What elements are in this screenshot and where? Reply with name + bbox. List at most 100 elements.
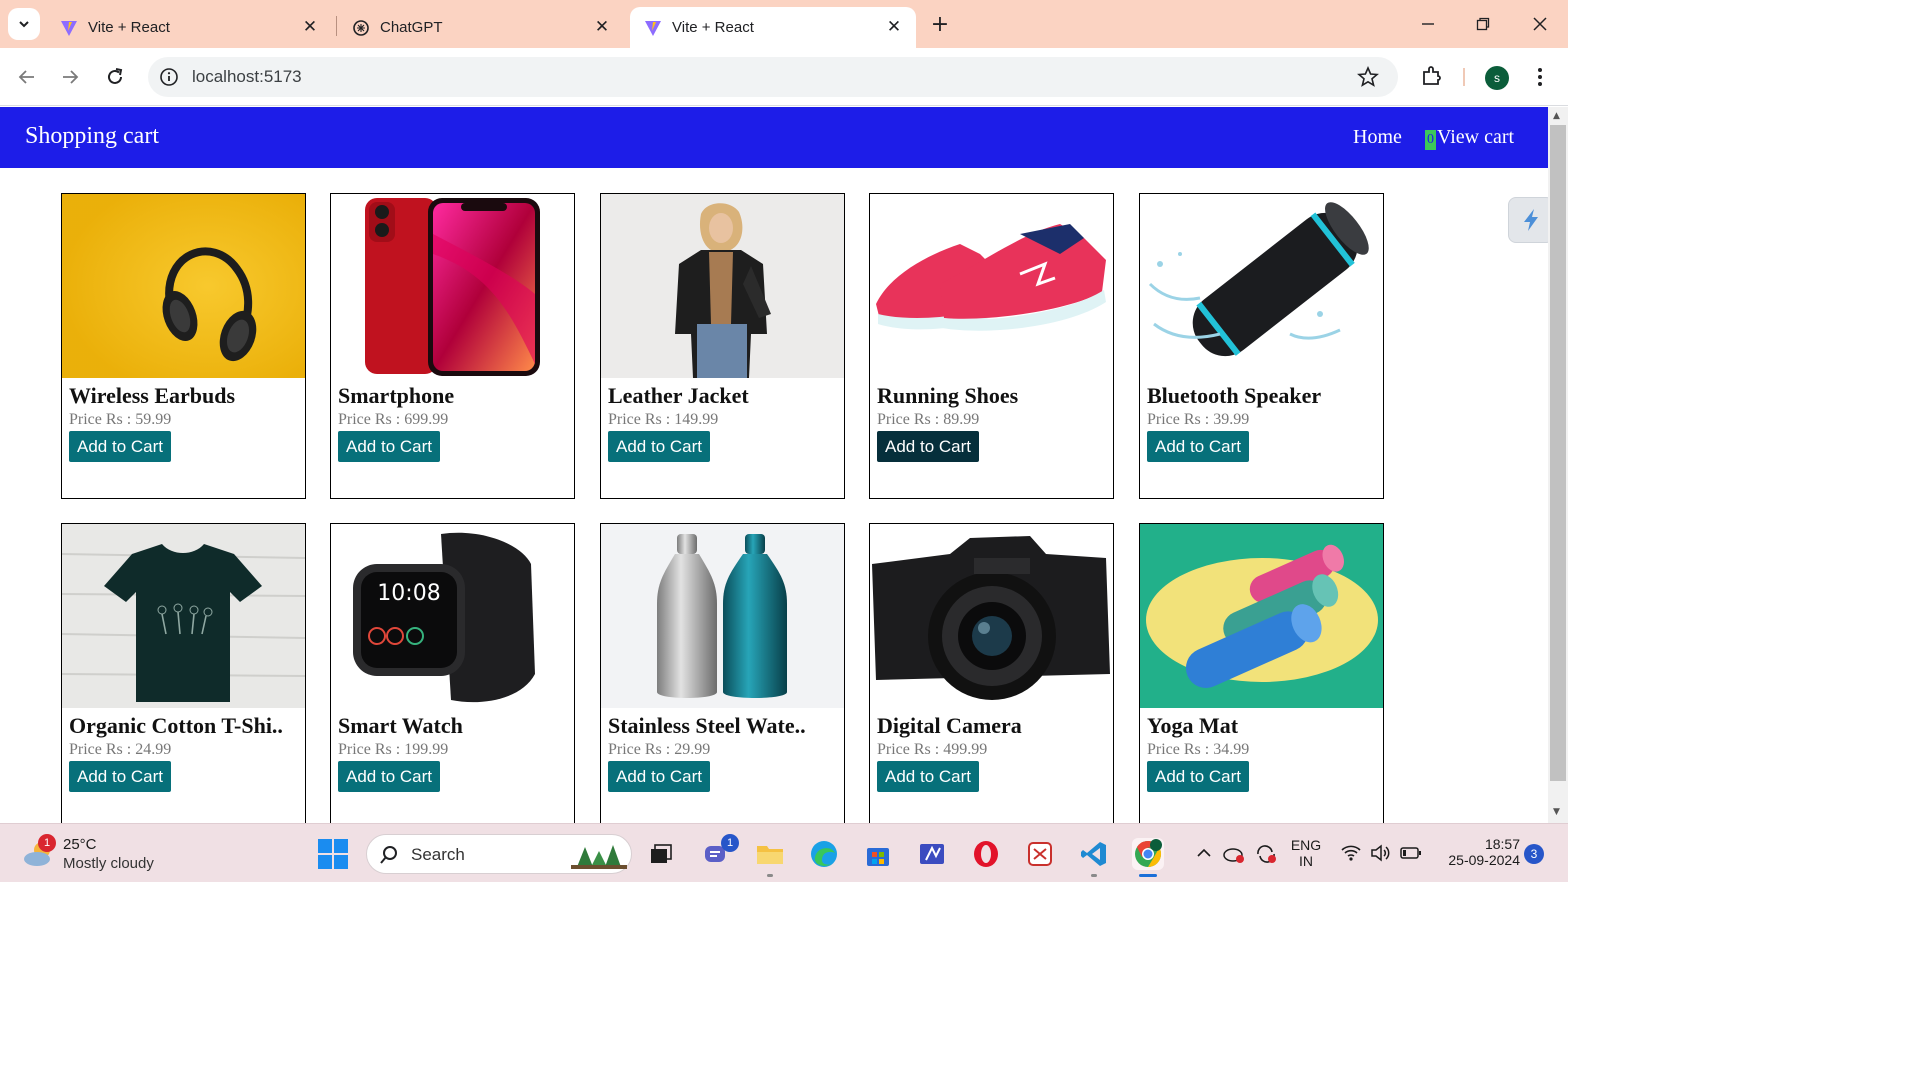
- add-to-cart-button[interactable]: Add to Cart: [877, 761, 979, 792]
- language-indicator[interactable]: ENG IN: [1288, 837, 1324, 869]
- product-name: Smart Watch: [338, 713, 463, 738]
- site-info-icon[interactable]: [158, 66, 180, 88]
- arrow-left-icon: [18, 70, 34, 84]
- vpn-app-icon[interactable]: [916, 838, 948, 870]
- url-text[interactable]: localhost:5173: [192, 67, 302, 87]
- sync-status-icon[interactable]: [1254, 844, 1278, 864]
- add-to-cart-button[interactable]: Add to Cart: [1147, 761, 1249, 792]
- tab-vite-react-active[interactable]: Vite + React ✕: [630, 7, 916, 48]
- scroll-thumb[interactable]: [1550, 125, 1566, 781]
- tab-vite-react-1[interactable]: Vite + React ✕: [46, 7, 332, 48]
- close-icon[interactable]: ✕: [884, 17, 904, 37]
- search-highlight-illustration: [571, 845, 627, 869]
- reload-button[interactable]: [102, 64, 128, 90]
- region-code: IN: [1299, 853, 1313, 869]
- product-image-running-shoes: [870, 194, 1113, 378]
- dev-tool-icon[interactable]: [1024, 838, 1056, 870]
- tab-chatgpt[interactable]: ChatGPT ✕: [338, 7, 624, 48]
- close-icon[interactable]: ✕: [300, 17, 320, 37]
- add-to-cart-button[interactable]: Add to Cart: [338, 761, 440, 792]
- opera-browser-icon[interactable]: [970, 838, 1002, 870]
- restore-icon[interactable]: [1471, 12, 1495, 36]
- product-price: Price Rs : 199.99: [338, 741, 449, 758]
- notification-badge[interactable]: 3: [1524, 844, 1544, 864]
- browser-toolbar: localhost:5173 s: [0, 48, 1568, 106]
- cloud-sync-icon[interactable]: [1222, 844, 1246, 864]
- microsoft-store-icon[interactable]: [862, 838, 894, 870]
- product-image-earbuds: [62, 194, 305, 378]
- chrome-browser-icon[interactable]: [1132, 838, 1164, 870]
- tab-divider: [336, 16, 337, 36]
- bookmark-star-icon[interactable]: [1356, 65, 1380, 89]
- clock[interactable]: 18:57 25-09-2024: [1434, 836, 1520, 868]
- reload-icon: [108, 68, 123, 84]
- product-name: Leather Jacket: [608, 383, 749, 408]
- chevron-up-icon[interactable]: [1196, 846, 1212, 860]
- running-indicator: [767, 874, 773, 877]
- product-card: Smartphone Price Rs : 699.99 Add to Cart: [330, 193, 575, 499]
- active-app-indicator: [1139, 874, 1157, 877]
- vscode-icon[interactable]: [1078, 838, 1110, 870]
- task-view-icon[interactable]: [644, 838, 676, 870]
- product-price: Price Rs : 699.99: [338, 411, 449, 428]
- product-name: Smartphone: [338, 383, 455, 408]
- windows-start-button[interactable]: [318, 839, 348, 869]
- taskbar-search[interactable]: Search: [366, 834, 632, 874]
- extensions-puzzle-icon[interactable]: [1420, 64, 1444, 88]
- site-brand[interactable]: Shopping cart: [25, 123, 159, 150]
- profile-avatar[interactable]: s: [1485, 66, 1509, 90]
- product-card: Running Shoes Price Rs : 89.99 Add to Ca…: [869, 193, 1114, 499]
- minimize-icon[interactable]: [1416, 12, 1440, 36]
- weather-description: Mostly cloudy: [63, 855, 154, 872]
- browser-menu-icon[interactable]: [1530, 64, 1550, 90]
- back-button[interactable]: [14, 64, 40, 90]
- add-to-cart-button[interactable]: Add to Cart: [608, 761, 710, 792]
- edge-browser-icon[interactable]: [808, 838, 840, 870]
- tab-title: Vite + React: [88, 19, 170, 36]
- file-explorer-icon[interactable]: [754, 838, 786, 870]
- product-price: Price Rs : 499.99: [877, 741, 988, 758]
- forward-button[interactable]: [57, 64, 83, 90]
- weather-alert-badge: 1: [38, 834, 56, 852]
- tab-search-button[interactable]: [8, 8, 40, 40]
- scroll-up-arrow[interactable]: ▲: [1553, 111, 1560, 121]
- product-image-leather-jacket: [601, 194, 844, 378]
- nav-home-link[interactable]: Home: [1353, 126, 1402, 149]
- new-tab-button[interactable]: +: [928, 12, 952, 37]
- tab-title: Vite + React: [672, 19, 754, 36]
- nav-view-cart-link[interactable]: 0 View cart: [1425, 126, 1514, 150]
- volume-icon[interactable]: [1370, 844, 1392, 862]
- product-name: Yoga Mat: [1147, 713, 1239, 738]
- product-card: Leather Jacket Price Rs : 149.99 Add to …: [600, 193, 845, 499]
- watch-time: 10:08: [377, 581, 440, 606]
- add-to-cart-button[interactable]: Add to Cart: [338, 431, 440, 462]
- scroll-down-arrow[interactable]: ▼: [1553, 807, 1560, 817]
- product-price: Price Rs : 149.99: [608, 411, 719, 428]
- product-price: Price Rs : 29.99: [608, 741, 711, 758]
- product-price: Price Rs : 24.99: [69, 741, 172, 758]
- windows-taskbar: 1 25°C Mostly cloudy Search 1 ENG IN 18:…: [0, 823, 1568, 882]
- add-to-cart-button[interactable]: Add to Cart: [608, 431, 710, 462]
- add-to-cart-button[interactable]: Add to Cart: [877, 431, 979, 462]
- close-window-icon[interactable]: [1528, 12, 1552, 36]
- battery-icon[interactable]: [1400, 845, 1422, 861]
- add-to-cart-button[interactable]: Add to Cart: [69, 761, 171, 792]
- product-card: Yoga Mat Price Rs : 34.99 Add to Cart: [1139, 523, 1384, 823]
- page-scrollbar[interactable]: ▲ ▼: [1548, 107, 1568, 823]
- product-card: Bluetooth Speaker Price Rs : 39.99 Add t…: [1139, 193, 1384, 499]
- clock-time: 18:57: [1484, 836, 1520, 852]
- arrow-right-icon: [63, 70, 79, 84]
- add-to-cart-button[interactable]: Add to Cart: [69, 431, 171, 462]
- address-bar[interactable]: localhost:5173: [148, 57, 1398, 97]
- page-viewport: Shopping cart Home 0 View cart Wireless …: [0, 107, 1548, 823]
- wifi-icon[interactable]: [1340, 844, 1362, 862]
- toolbar-divider: [1463, 68, 1465, 86]
- tab-title: ChatGPT: [380, 19, 443, 36]
- product-card: Wireless Earbuds Price Rs : 59.99 Add to…: [61, 193, 306, 499]
- vite-icon: [60, 19, 78, 37]
- add-to-cart-button[interactable]: Add to Cart: [1147, 431, 1249, 462]
- vite-icon: [644, 19, 662, 37]
- product-image-digital-camera: [870, 524, 1113, 708]
- running-indicator: [1091, 874, 1097, 877]
- close-icon[interactable]: ✕: [592, 17, 612, 37]
